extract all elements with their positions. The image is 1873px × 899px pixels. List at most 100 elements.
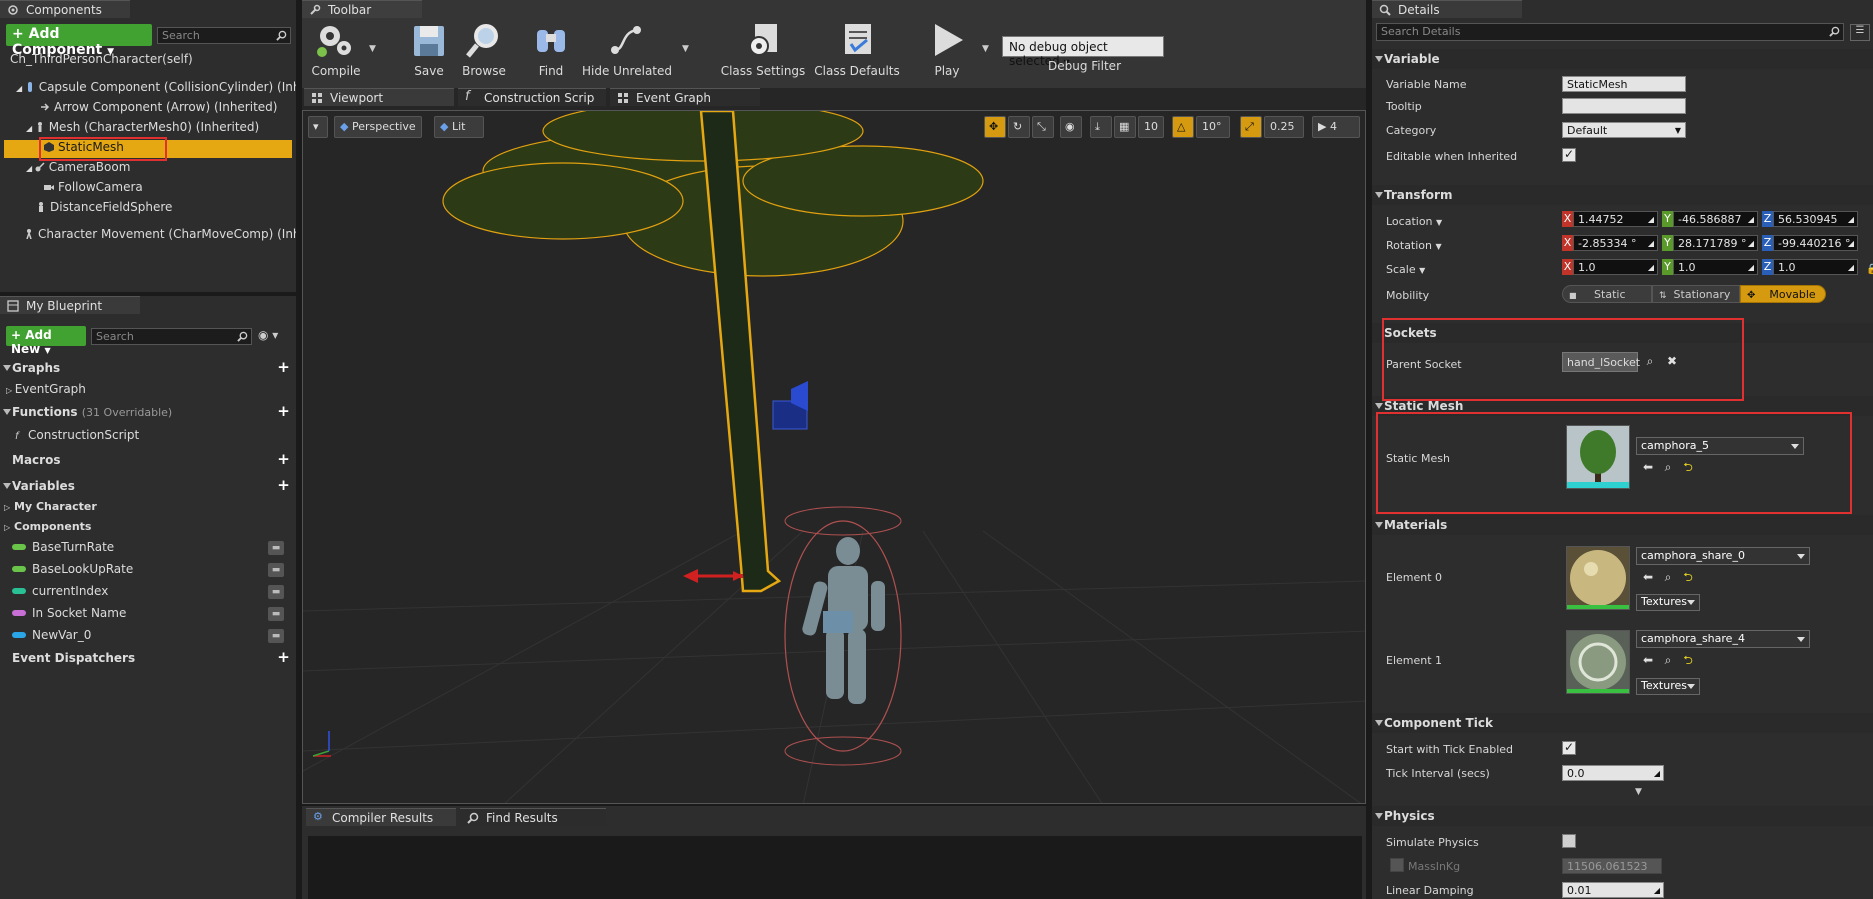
class-settings-button[interactable]: Class Settings (720, 20, 806, 82)
add-variable-icon[interactable]: + (277, 478, 290, 493)
section-variable[interactable]: Variable (1372, 49, 1873, 69)
rotation-snap-value[interactable]: 10° (1196, 116, 1230, 138)
advanced-expand-icon[interactable]: ▼ (1635, 787, 1642, 797)
lit-button[interactable]: ◆ Lit (434, 116, 484, 138)
category-select[interactable]: Default ▼ (1562, 122, 1686, 138)
scale-tool-button[interactable]: ⤡ (1032, 116, 1054, 138)
tab-event-graph[interactable]: Event Graph (610, 88, 760, 106)
mass-field[interactable]: 11506.061523 (1562, 858, 1662, 874)
tab-toolbar[interactable]: Toolbar (302, 0, 422, 18)
play-options-icon[interactable]: ▼ (982, 44, 989, 54)
element0-select[interactable]: camphora_share_0 (1636, 547, 1810, 565)
location-z-field[interactable]: 56.530945 ◢ (1773, 211, 1858, 227)
scale-y-field[interactable]: 1.0 ◢ (1673, 259, 1758, 275)
add-component-button[interactable]: + Add Component ▼ (6, 24, 152, 58)
variable-visibility-icon[interactable]: ▬ (268, 563, 284, 577)
element1-textures-button[interactable]: Textures (1636, 678, 1700, 695)
compile-options-icon[interactable]: ▼ (369, 44, 376, 54)
tab-my-blueprint[interactable]: My Blueprint (0, 296, 140, 314)
expand-arrow-icon[interactable]: ◢ (16, 84, 25, 93)
play-button[interactable]: Play (922, 20, 972, 82)
location-y-field[interactable]: -46.586887 ◢ (1673, 211, 1758, 227)
tooltip-field[interactable] (1562, 98, 1686, 114)
find-button[interactable]: Find (526, 20, 576, 82)
tree-item-capsule[interactable]: ◢ Capsule Component (CollisionCylinder) … (16, 80, 296, 98)
section-variables[interactable]: Variables + (0, 476, 296, 496)
tree-item-mesh[interactable]: ◢ Mesh (CharacterMesh0) (Inherited) (26, 120, 259, 138)
tree-item-cameraboom[interactable]: ◢ CameraBoom (26, 160, 130, 178)
tree-item-distancefieldsphere[interactable]: DistanceFieldSphere (36, 200, 172, 218)
add-function-icon[interactable]: + (277, 404, 290, 419)
variable-item[interactable]: currentIndex ▬ (12, 584, 292, 602)
linear-damping-field[interactable]: 0.01 ◢ (1562, 882, 1664, 898)
hide-unrelated-button[interactable]: Hide Unrelated (582, 20, 672, 82)
compile-button[interactable]: Compile (306, 20, 366, 82)
element1-reset-icon[interactable]: ⮌ (1680, 653, 1696, 669)
add-new-button[interactable]: + Add New ▼ (6, 326, 86, 356)
tab-compiler-results[interactable]: ⚙ Compiler Results (306, 808, 456, 826)
translate-tool-button[interactable]: ✥ (984, 116, 1006, 138)
variable-name-field[interactable]: StaticMesh (1562, 76, 1686, 92)
viewport-canvas[interactable] (302, 110, 1366, 804)
scale-snap-button[interactable]: ⤢ (1240, 116, 1262, 138)
category-my-character[interactable]: ▷ My Character (4, 500, 97, 518)
section-macros[interactable]: Macros + (0, 450, 296, 470)
view-options-icon[interactable]: ☰ (1850, 24, 1870, 41)
perspective-button[interactable]: ◆ Perspective (334, 116, 422, 138)
tab-viewport[interactable]: Viewport (304, 88, 454, 106)
tree-item-self[interactable]: Ch_ThirdPersonCharacter(self) (10, 52, 193, 70)
details-search-input[interactable]: Search Details (1376, 23, 1844, 41)
scale-label[interactable]: Scale ▼ (1386, 263, 1425, 276)
tick-enabled-checkbox[interactable]: ✓ (1562, 740, 1576, 755)
tree-item-charactermovement[interactable]: Character Movement (CharMoveComp) (Inher… (24, 227, 296, 245)
mobility-stationary-button[interactable]: ⇅ Stationary (1652, 285, 1740, 303)
element0-reset-icon[interactable]: ⮌ (1680, 570, 1696, 586)
mobility-static-button[interactable]: ■ Static (1562, 285, 1652, 303)
function-item-constructionscript[interactable]: f ConstructionScript (14, 428, 139, 446)
element0-use-selected-icon[interactable]: ⬅ (1640, 570, 1656, 586)
section-transform[interactable]: Transform (1372, 185, 1873, 205)
rotation-snap-button[interactable]: △ (1172, 116, 1194, 138)
variable-visibility-icon[interactable]: ▬ (268, 541, 284, 555)
tab-details[interactable]: Details (1372, 0, 1522, 18)
element1-browse-icon[interactable]: ⌕ (1660, 653, 1676, 669)
rotation-x-field[interactable]: -2.85334 ° ◢ (1573, 235, 1658, 251)
surface-snap-button[interactable]: ⤓ (1090, 116, 1112, 138)
tick-interval-field[interactable]: 0.0 ◢ (1562, 765, 1664, 781)
variable-item[interactable]: BaseLookUpRate ▬ (12, 562, 292, 580)
location-x-field[interactable]: 1.44752 ◢ (1573, 211, 1658, 227)
class-defaults-button[interactable]: Class Defaults (814, 20, 900, 82)
section-event-dispatchers[interactable]: Event Dispatchers + (0, 648, 296, 668)
scale-lock-icon[interactable]: 🔒 (1866, 264, 1873, 275)
variable-visibility-icon[interactable]: ▬ (268, 607, 284, 621)
graph-item-eventgraph[interactable]: ▷ EventGraph (6, 382, 86, 400)
mobility-movable-button[interactable]: ✥ Movable (1740, 285, 1826, 303)
viewport-options-button[interactable]: ▾ (308, 116, 328, 138)
element0-browse-icon[interactable]: ⌕ (1660, 570, 1676, 586)
tab-find-results[interactable]: Find Results (460, 808, 606, 826)
editable-inherited-checkbox[interactable]: ✓ (1562, 147, 1576, 162)
debug-object-select[interactable]: No debug object selected ▼ (1002, 36, 1164, 68)
grid-snap-value[interactable]: 10 (1138, 116, 1164, 138)
simulate-physics-checkbox[interactable] (1562, 834, 1576, 848)
category-components[interactable]: ▷ Components (4, 520, 91, 538)
section-component-tick[interactable]: Component Tick (1372, 713, 1873, 733)
element0-thumbnail[interactable] (1566, 546, 1630, 610)
section-physics[interactable]: Physics (1372, 806, 1873, 826)
scale-x-field[interactable]: 1.0 ◢ (1573, 259, 1658, 275)
grid-snap-button[interactable]: ▦ (1114, 116, 1136, 138)
element1-thumbnail[interactable] (1566, 630, 1630, 694)
rotation-label[interactable]: Rotation ▼ (1386, 239, 1442, 252)
variable-visibility-icon[interactable]: ▬ (268, 629, 284, 643)
tab-construction-script[interactable]: f Construction Scrip (458, 88, 606, 106)
visibility-eye-icon[interactable]: ◉ ▾ (258, 328, 286, 344)
components-search-input[interactable]: Search (157, 27, 291, 44)
section-materials[interactable]: Materials (1372, 515, 1873, 535)
expand-arrow-icon[interactable]: ◢ (26, 164, 35, 173)
variable-item[interactable]: NewVar_0 ▬ (12, 628, 292, 646)
mass-override-checkbox[interactable] (1390, 858, 1404, 872)
add-macro-icon[interactable]: + (277, 452, 290, 467)
tree-item-followcamera[interactable]: FollowCamera (44, 180, 143, 198)
compiler-output-area[interactable] (308, 836, 1362, 899)
rotation-z-field[interactable]: -99.440216 ° ◢ (1773, 235, 1858, 251)
